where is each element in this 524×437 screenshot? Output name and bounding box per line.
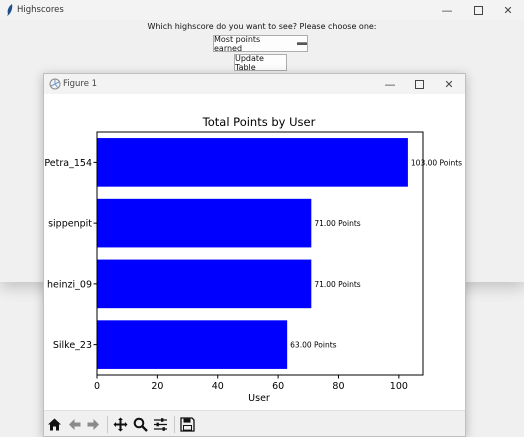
x-tick-label: 40 <box>212 381 224 392</box>
minimize-button[interactable]: — <box>432 1 462 19</box>
figure-title: Figure 1 <box>63 79 98 89</box>
back-button[interactable] <box>66 416 83 433</box>
bar-chart: Total Points by User 103.00 Points 71.00 … <box>44 115 462 404</box>
bar-value-label: 71.00 Points <box>314 280 360 289</box>
minimize-icon: — <box>441 3 453 17</box>
figure-title-bar: Figure 1 — ✕ <box>44 74 465 94</box>
figure-maximize-button[interactable] <box>404 75 434 93</box>
prompt-label: Which highscore do you want to see? Plea… <box>147 22 377 31</box>
toolbar-separator <box>107 416 108 433</box>
back-icon <box>69 419 81 430</box>
update-table-label: Update Table <box>235 53 264 72</box>
figure-minimize-button[interactable]: — <box>375 75 405 93</box>
maximize-button[interactable] <box>463 1 493 19</box>
matplotlib-icon <box>49 78 61 90</box>
y-tick-label: Petra_154 <box>44 158 92 169</box>
window-title: Highscores <box>17 5 64 15</box>
toolbar-separator <box>174 416 175 433</box>
bar <box>97 138 408 187</box>
navigation-toolbar <box>44 410 465 436</box>
home-icon <box>48 418 61 431</box>
zoom-button[interactable] <box>132 416 149 433</box>
pan-icon <box>113 417 128 432</box>
save-button[interactable] <box>179 416 196 433</box>
configure-subplots-button[interactable] <box>152 416 169 433</box>
y-tick-label: sippenpit <box>48 219 92 230</box>
dropdown-value: Most points earned <box>214 34 261 53</box>
plot-canvas[interactable]: Total Points by User 103.00 Points 71.00 … <box>44 94 465 410</box>
bar-value-label: 103.00 Points <box>411 158 462 167</box>
x-tick-label: 20 <box>151 381 163 392</box>
x-tick-label: 0 <box>94 381 100 392</box>
highscore-dropdown[interactable]: Most points earned <box>213 34 308 53</box>
bar-value-label: 63.00 Points <box>290 341 336 350</box>
figure-window: Figure 1 — ✕ Total Points by User 103.00… <box>43 73 466 437</box>
forward-button[interactable] <box>85 416 102 433</box>
x-tick-label: 100 <box>390 381 408 392</box>
dropdown-indicator-icon <box>297 42 307 45</box>
zoom-icon <box>133 417 148 432</box>
feather-icon <box>7 4 13 16</box>
configure-icon <box>154 418 167 431</box>
bar <box>97 198 312 248</box>
update-table-button[interactable]: Update Table <box>234 53 287 72</box>
y-tick-label: Silke_23 <box>53 340 92 351</box>
save-icon <box>180 417 195 432</box>
x-axis-label: User <box>248 393 270 404</box>
maximize-icon <box>473 5 483 15</box>
close-icon: ✕ <box>503 3 513 17</box>
figure-close-button[interactable]: ✕ <box>434 75 464 93</box>
bar <box>97 320 288 369</box>
home-button[interactable] <box>46 416 63 433</box>
x-tick-label: 80 <box>332 381 344 392</box>
forward-icon <box>87 419 99 430</box>
close-icon: ✕ <box>444 77 454 91</box>
title-bar: Highscores — ✕ <box>0 0 524 20</box>
x-tick-label: 60 <box>272 381 284 392</box>
minimize-icon: — <box>384 77 396 91</box>
y-tick-label: heinzi_09 <box>47 279 92 290</box>
chart-title: Total Points by User <box>202 115 316 129</box>
maximize-icon <box>414 79 424 89</box>
pan-button[interactable] <box>112 416 129 433</box>
close-button[interactable]: ✕ <box>493 1 523 19</box>
bar <box>97 259 312 309</box>
bar-value-label: 71.00 Points <box>314 219 360 228</box>
